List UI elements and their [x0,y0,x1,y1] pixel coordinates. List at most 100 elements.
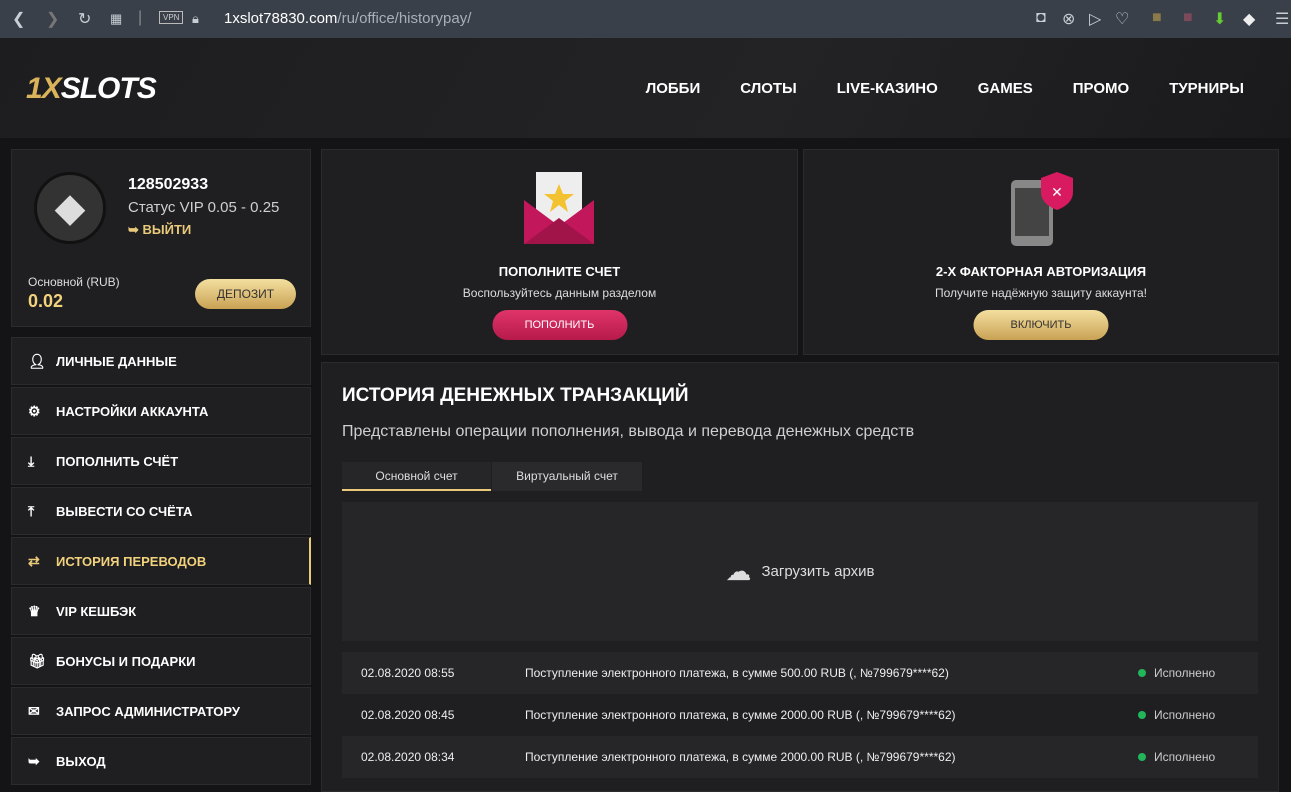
logout-link[interactable]: ➥ ВЫЙТИ [128,222,191,238]
menu-label: ВЫВЕСТИ СО СЧЁТА [56,503,193,519]
logout-icon: ➥ [128,222,143,237]
logo-white: SLOTS [60,72,157,105]
row-description: Поступление электронного платежа, в сумм… [525,708,956,722]
row-description: Поступление электронного платежа, в сумм… [525,750,956,764]
nav-lobby[interactable]: ЛОББИ [646,80,701,97]
vip-status: Статус VIP 0.05 - 0.25 [128,199,280,216]
table-row: 02.08.2020 08:34 Поступление электронного… [342,736,1258,778]
logo[interactable]: 1XSLOTS [26,72,157,106]
card-title: 2-Х ФАКТОРНАЯ АВТОРИЗАЦИЯ [935,264,1147,279]
menu-account-settings[interactable]: ⚙ НАСТРОЙКИ АККАУНТА [11,387,311,435]
deposit-button[interactable]: ДЕПОЗИТ [195,279,296,309]
menu-label: ЗАПРОС АДМИНИСТРАТОРУ [56,703,240,719]
envelope-icon: ✉ [28,702,40,719]
url-path: /ru/office/historypay/ [337,10,472,27]
download-archive-button[interactable]: ☁ Загрузить архив [342,502,1258,641]
envelope-star-icon [524,172,594,244]
forward-icon[interactable]: ❯ [46,9,59,29]
menu-exit[interactable]: ➥ ВЫХОД [11,737,311,785]
page-title: ИСТОРИЯ ДЕНЕЖНЫХ ТРАНЗАКЦИЙ [342,385,689,406]
card-subtitle: Получите надёжную защиту аккаунта! [934,286,1147,300]
row-status: Исполнено [1138,750,1258,764]
divider: | [138,9,143,26]
topup-button[interactable]: ПОПОЛНИТЬ [492,310,627,340]
gift-icon: 🎁︎ [28,652,46,669]
reload-icon[interactable]: ↻ [78,9,91,29]
site-header: 1XSLOTS ЛОББИ СЛОТЫ LIVE-КАЗИНО GAMES ПР… [0,38,1291,138]
back-icon[interactable]: ❮ [12,9,25,29]
svg-text:✕: ✕ [1051,184,1063,200]
archive-label: Загрузить архив [761,563,875,580]
logo-gold: 1X [26,72,62,105]
menu-settings-icon[interactable]: ☰ [1275,9,1289,29]
lock-icon: 🔒︎ [192,11,199,26]
extension-cube-icon[interactable]: ■ [1183,9,1193,27]
row-date: 02.08.2020 08:34 [361,750,455,764]
transaction-history-panel: ИСТОРИЯ ДЕНЕЖНЫХ ТРАНЗАКЦИЙ Представлены… [321,362,1279,792]
menu-withdraw[interactable]: ⤒ ВЫВЕСТИ СО СЧЁТА [11,487,311,535]
menu-label: ПОПОЛНИТЬ СЧЁТ [56,453,179,469]
menu-transfer-history[interactable]: ⇄ ИСТОРИЯ ПЕРЕВОДОВ [11,537,311,585]
status-dot-icon [1138,711,1146,719]
crown-icon: ♛ [28,602,41,619]
main-nav: ЛОББИ СЛОТЫ LIVE-КАЗИНО GAMES ПРОМО ТУРН… [646,80,1244,97]
menu-deposit[interactable]: ⤓ ПОПОЛНИТЬ СЧЁТ [11,437,311,485]
menu-admin-request[interactable]: ✉ ЗАПРОС АДМИНИСТРАТОРУ [11,687,311,735]
two-factor-card: ✕ 2-Х ФАКТОРНАЯ АВТОРИЗАЦИЯ Получите над… [803,149,1279,355]
enable-2fa-button[interactable]: ВКЛЮЧИТЬ [973,310,1109,340]
upload-icon: ⤒ [28,502,35,519]
tab-main-account[interactable]: Основной счет [342,462,491,491]
transfer-icon: ⇄ [28,552,40,569]
vpn-badge[interactable]: VPN [159,11,184,24]
balance-label: Основной (RUB) [28,275,120,289]
menu-label: ВЫХОД [56,753,106,769]
download-icon: ⤓ [28,452,35,469]
extension-bag-icon[interactable]: ■ [1152,9,1162,27]
menu-label: ИСТОРИЯ ПЕРЕВОДОВ [56,553,207,569]
cloud-download-icon: ☁ [725,556,752,586]
exit-icon: ➥ [28,752,40,769]
row-status: Исполнено [1138,708,1258,722]
menu-personal-data[interactable]: 👤︎ ЛИЧНЫЕ ДАННЫЕ [11,337,311,385]
page-subtitle: Представлены операции пополнения, вывода… [342,423,915,440]
menu-bonuses[interactable]: 🎁︎ БОНУСЫ И ПОДАРКИ [11,637,311,685]
browser-toolbar: ❮ ❯ ↻ ▦ | VPN 🔒︎ 1xslot78830.com/ru/offi… [0,0,1291,38]
row-description: Поступление электронного платежа, в сумм… [525,666,949,680]
gears-icon: ⚙ [28,402,41,419]
heart-icon[interactable]: ♡ [1115,9,1129,29]
extension-box-icon[interactable]: ◆ [1243,9,1255,29]
row-date: 02.08.2020 08:55 [361,666,455,680]
row-date: 02.08.2020 08:45 [361,708,455,722]
table-row: 02.08.2020 08:55 Поступление электронного… [342,652,1258,694]
nav-tournaments[interactable]: ТУРНИРЫ [1169,80,1244,97]
status-label: Исполнено [1154,666,1216,680]
nav-slots[interactable]: СЛОТЫ [740,80,797,97]
logout-label: ВЫЙТИ [142,222,192,237]
diamond-avatar-icon: ◆ [34,172,106,244]
tab-virtual-account[interactable]: Виртуальный счет [492,462,642,491]
extension-download-icon[interactable]: ⬇ [1213,9,1226,29]
row-status: Исполнено [1138,666,1258,680]
address-bar[interactable]: 1xslot78830.com/ru/office/historypay/ [224,10,471,27]
user-id: 128502933 [128,176,209,193]
menu-vip-cashback[interactable]: ♛ VIP КЕШБЭК [11,587,311,635]
menu-label: VIP КЕШБЭК [56,603,137,619]
card-subtitle: Воспользуйтесь данным разделом [462,286,657,300]
url-host: 1xslot78830.com [224,10,338,27]
shield-x-icon[interactable]: ⊗ [1062,9,1075,29]
camera-icon[interactable]: ◘ [1036,9,1046,27]
profile-panel: ◆ 128502933 Статус VIP 0.05 - 0.25 ➥ ВЫЙ… [11,149,311,327]
nav-live-casino[interactable]: LIVE-КАЗИНО [837,80,938,97]
send-icon[interactable]: ▷ [1089,9,1101,29]
nav-promo[interactable]: ПРОМО [1073,80,1129,97]
status-label: Исполнено [1154,750,1216,764]
menu-label: БОНУСЫ И ПОДАРКИ [56,653,196,669]
tabs-grid-icon[interactable]: ▦ [110,11,122,27]
user-plus-icon: 👤︎ [28,352,46,369]
status-dot-icon [1138,753,1146,761]
status-dot-icon [1138,669,1146,677]
menu-label: ЛИЧНЫЕ ДАННЫЕ [56,353,177,369]
nav-games[interactable]: GAMES [978,80,1033,97]
table-row: 02.08.2020 08:45 Поступление электронного… [342,694,1258,736]
balance-value: 0.02 [28,291,64,311]
